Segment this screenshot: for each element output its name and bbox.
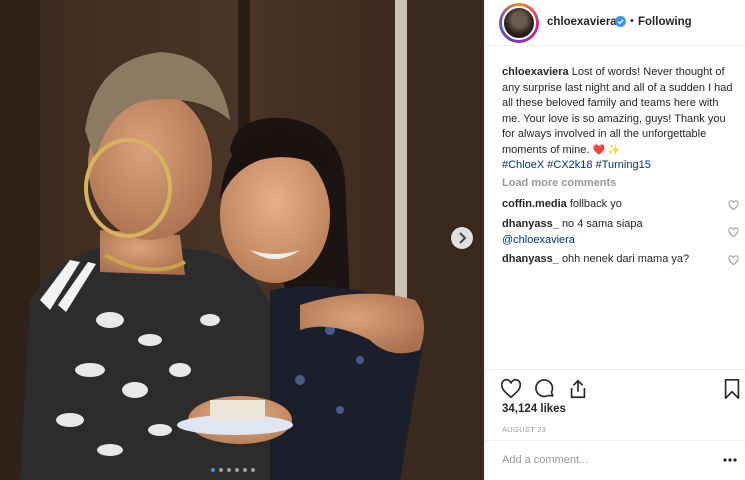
post-caption: chloexaviera Lost of words! Never though… (502, 65, 739, 174)
add-comment-input[interactable] (502, 454, 702, 466)
carousel-dot (219, 468, 223, 472)
header-separator: • (630, 15, 634, 27)
following-button[interactable]: Following (638, 16, 692, 28)
comment-bubble-icon[interactable] (534, 378, 556, 400)
avatar (502, 6, 536, 40)
caption-text: Lost of words! Never thought of any surp… (502, 66, 733, 156)
caption-emojis: ❤️ ✨ (592, 144, 621, 156)
hashtag-link[interactable]: #Turning15 (596, 159, 651, 171)
header-username[interactable]: chloexaviera (547, 16, 617, 28)
hashtag-link[interactable]: #CX2k18 (547, 159, 592, 171)
carousel-next-button[interactable] (451, 227, 473, 249)
heart-outline-icon[interactable] (500, 378, 522, 400)
carousel-dot (251, 468, 255, 472)
comment-text: no 4 sama siapa (561, 218, 643, 230)
comment-username[interactable]: dhanyass_ (502, 218, 559, 230)
carousel-dot (227, 468, 231, 472)
post-side-panel: chloexaviera • Following chloexaviera Lo… (484, 0, 745, 480)
comment-item: coffin.media follback yo (502, 197, 707, 213)
carousel-dot (243, 468, 247, 472)
likes-count[interactable]: 34,124 likes (502, 403, 566, 415)
ellipsis-icon[interactable] (723, 457, 737, 463)
caption-username[interactable]: chloexaviera (502, 66, 569, 78)
verified-badge-icon (615, 16, 626, 27)
load-more-comments-link[interactable]: Load more comments (502, 177, 616, 189)
comment-item: dhanyass_ ohh nenek dari mama ya? (502, 252, 707, 268)
comment-like-heart-icon[interactable] (728, 200, 739, 211)
comment-item: dhanyass_ no 4 sama siapa @chloexaviera (502, 217, 707, 248)
chevron-right-icon (459, 232, 467, 244)
add-comment-bar (485, 440, 745, 480)
comment-username[interactable]: dhanyass_ (502, 253, 559, 265)
comment-mention-link[interactable]: @chloexaviera (502, 234, 575, 246)
carousel-dot (211, 468, 215, 472)
bookmark-icon[interactable] (721, 378, 743, 400)
comment-like-heart-icon[interactable] (728, 255, 739, 266)
post-header: chloexaviera • Following (485, 0, 745, 46)
comment-text: follback yo (569, 198, 622, 210)
hashtag-link[interactable]: #ChloeX (502, 159, 544, 171)
comment-like-heart-icon[interactable] (728, 227, 739, 238)
carousel-indicator (211, 468, 255, 472)
photo-illustration (0, 0, 484, 480)
share-upload-icon[interactable] (567, 378, 589, 400)
post-date: AUGUST 23 (502, 425, 547, 434)
comment-text: ohh nenek dari mama ya? (561, 253, 690, 265)
comment-username[interactable]: coffin.media (502, 198, 567, 210)
avatar-story-ring[interactable] (499, 3, 539, 43)
carousel-dot (235, 468, 239, 472)
post-photo[interactable] (0, 0, 484, 480)
